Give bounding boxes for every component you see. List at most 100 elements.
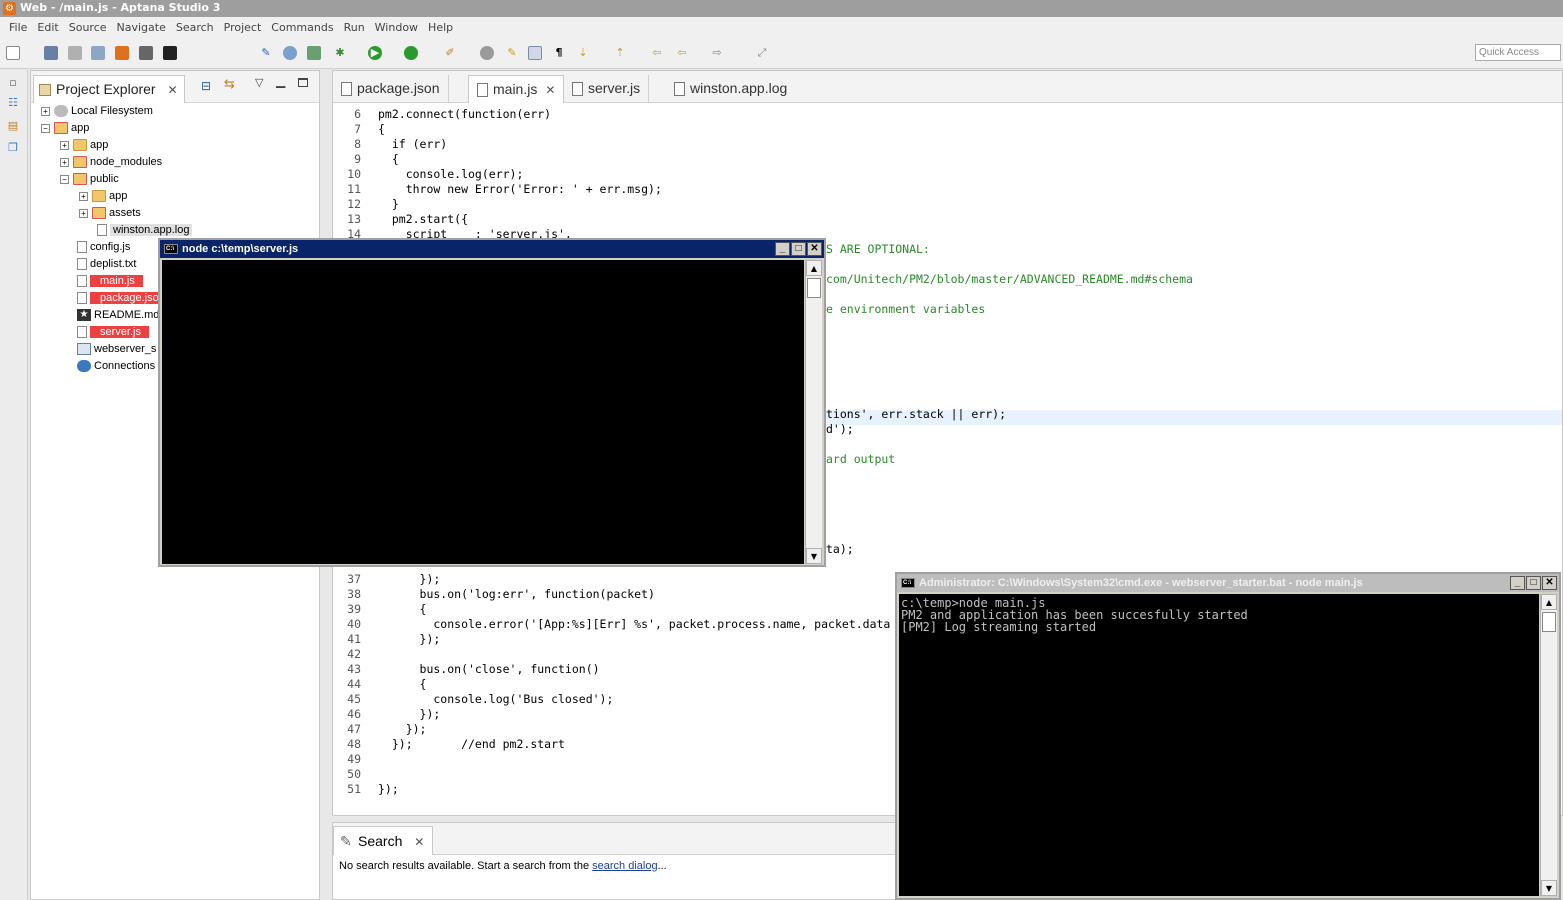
tab-winston-log[interactable]: winston.app.log (666, 75, 795, 103)
console-icon[interactable] (163, 46, 177, 60)
code-line[interactable]: 13 pm2.start({ (333, 212, 1562, 227)
menu-file[interactable]: File (4, 21, 32, 34)
prev-annotation-icon[interactable]: ⇡ (613, 46, 627, 60)
console-output[interactable]: c:\temp>node main.js PM2 and application… (899, 594, 1539, 896)
scroll-thumb[interactable] (1542, 612, 1556, 632)
tree-item-config-js[interactable]: config.js (77, 239, 130, 256)
debug-icon[interactable]: ✱ (333, 46, 347, 60)
back-icon[interactable]: ⇦ (675, 46, 689, 60)
close-icon[interactable]: ✕ (167, 83, 177, 97)
code-line[interactable]: 7{ (333, 122, 1562, 137)
deploy-icon[interactable] (307, 46, 321, 60)
new-icon[interactable] (6, 46, 20, 60)
quick-access-input[interactable]: Quick Access (1475, 44, 1561, 61)
scroll-down-arrow-icon[interactable]: ▼ (806, 548, 822, 564)
console-title-bar[interactable]: C:\ node c:\temp\server.js _ □ ✕ (160, 240, 824, 258)
tree-item-main-js[interactable]: main.js (77, 273, 143, 290)
highlight-icon[interactable]: ✎ (505, 46, 519, 60)
wand-icon[interactable]: ✎ (259, 46, 273, 60)
print-icon[interactable] (91, 46, 105, 60)
restore-icon[interactable]: ▫ (6, 76, 20, 90)
code-line-fragment[interactable]: com/Unitech/PM2/blob/master/ADVANCED_REA… (826, 272, 1193, 287)
tree-item-public[interactable]: − public (60, 171, 119, 188)
menu-commands[interactable]: Commands (266, 21, 338, 34)
search-tab[interactable]: ✎ Search ✕ (333, 826, 434, 855)
console-scrollbar[interactable]: ▲ ▼ (805, 260, 822, 564)
terminal-icon[interactable] (139, 46, 153, 60)
tree-item-winston-log[interactable]: winston.app.log (97, 222, 193, 239)
pilcrow-icon[interactable]: ¶ (552, 46, 566, 60)
format-icon[interactable] (528, 46, 542, 60)
code-line[interactable]: 11 throw new Error('Error: ' + err.msg); (333, 182, 1562, 197)
scroll-down-arrow-icon[interactable]: ▼ (1541, 880, 1557, 896)
outline-icon[interactable]: ☷ (6, 96, 20, 110)
tree-item-app-project[interactable]: − app (41, 120, 89, 137)
tab-server-js[interactable]: server.js (564, 75, 650, 103)
console-title-bar[interactable]: C:\ Administrator: C:\Windows\System32\c… (897, 574, 1559, 592)
scroll-up-arrow-icon[interactable]: ▲ (1541, 594, 1557, 610)
tree-item-local-filesystem[interactable]: + Local Filesystem (41, 103, 153, 120)
folder-view-icon[interactable]: ▤ (6, 119, 20, 133)
code-line-fragment[interactable]: e environment variables (826, 302, 985, 317)
project-explorer-tab[interactable]: Project Explorer ✕ (33, 75, 185, 103)
minimize-button[interactable]: _ (775, 242, 790, 256)
tab-package-json[interactable]: package.json (333, 75, 449, 103)
tree-item-readme[interactable]: ★ README.md (77, 307, 159, 324)
menu-search[interactable]: Search (171, 21, 219, 34)
search-dialog-link[interactable]: search dialog (592, 860, 657, 872)
save-icon[interactable] (44, 46, 58, 60)
tree-item-node-modules[interactable]: + node_modules (60, 154, 162, 171)
next-annotation-icon[interactable]: ⇣ (576, 46, 590, 60)
menu-edit[interactable]: Edit (32, 21, 63, 34)
console-output[interactable] (162, 260, 804, 564)
code-line-fragment[interactable]: ard output (826, 452, 895, 467)
minimize-button[interactable]: _ (1510, 576, 1525, 590)
scroll-up-arrow-icon[interactable]: ▲ (806, 260, 822, 276)
open-icon[interactable] (480, 46, 494, 60)
globe-icon[interactable] (283, 46, 297, 60)
code-line-fragment[interactable]: S ARE OPTIONAL: (826, 242, 930, 257)
tree-item-package-json[interactable]: package.jso (77, 290, 167, 307)
code-line[interactable]: 10 console.log(err); (333, 167, 1562, 182)
code-line[interactable]: 8 if (err) (333, 137, 1562, 152)
view-menu-icon[interactable]: ▽ (255, 76, 263, 89)
close-icon[interactable]: ✕ (545, 83, 555, 97)
tree-item-public-app[interactable]: + app (79, 188, 127, 205)
minimize-icon[interactable]: ▁ (276, 74, 285, 88)
console-scrollbar[interactable]: ▲ ▼ (1540, 594, 1557, 896)
collapse-all-icon[interactable]: ⊟ (201, 79, 211, 93)
tree-item-app-folder[interactable]: + app (60, 137, 108, 154)
brush-icon[interactable]: ✐ (443, 46, 457, 60)
code-line-fragment[interactable]: ta); (826, 542, 854, 557)
tree-item-deplist[interactable]: deplist.txt (77, 256, 136, 273)
run-icon[interactable]: ▶ (368, 46, 382, 60)
code-line-fragment[interactable]: d'); (826, 422, 854, 437)
tree-item-connections[interactable]: Connections (77, 358, 155, 375)
code-line[interactable]: 9 { (333, 152, 1562, 167)
scroll-thumb[interactable] (807, 278, 821, 298)
external-tools-icon[interactable] (404, 46, 418, 60)
menu-source[interactable]: Source (64, 21, 112, 34)
link-editor-icon[interactable]: ⇆ (224, 77, 235, 92)
maximize-icon[interactable] (298, 78, 308, 87)
menu-run[interactable]: Run (339, 21, 370, 34)
tab-main-js[interactable]: main.js ✕ (468, 75, 565, 103)
code-line[interactable]: 6 pm2.connect(function(err) (333, 107, 1562, 122)
code-line[interactable]: 12 } (333, 197, 1562, 212)
maximize-button[interactable]: □ (1526, 576, 1541, 590)
code-line-fragment[interactable]: tions', err.stack || err); (826, 407, 1006, 422)
menu-window[interactable]: Window (370, 21, 423, 34)
pin-icon[interactable]: ⤢ (755, 46, 769, 60)
forward-icon[interactable]: ⇨ (710, 46, 724, 60)
bookmark-icon[interactable]: ❐ (6, 141, 20, 155)
tree-item-assets[interactable]: + assets (79, 205, 141, 222)
menu-project[interactable]: Project (219, 21, 267, 34)
close-button[interactable]: ✕ (1542, 576, 1557, 590)
menu-help[interactable]: Help (423, 21, 458, 34)
home-icon[interactable] (115, 46, 129, 60)
close-icon[interactable]: ✕ (414, 835, 424, 849)
menu-navigate[interactable]: Navigate (112, 21, 171, 34)
tree-item-webserver-starter[interactable]: webserver_s (77, 341, 156, 358)
tree-item-server-js[interactable]: server.js (77, 324, 149, 341)
maximize-button[interactable]: □ (791, 242, 806, 256)
